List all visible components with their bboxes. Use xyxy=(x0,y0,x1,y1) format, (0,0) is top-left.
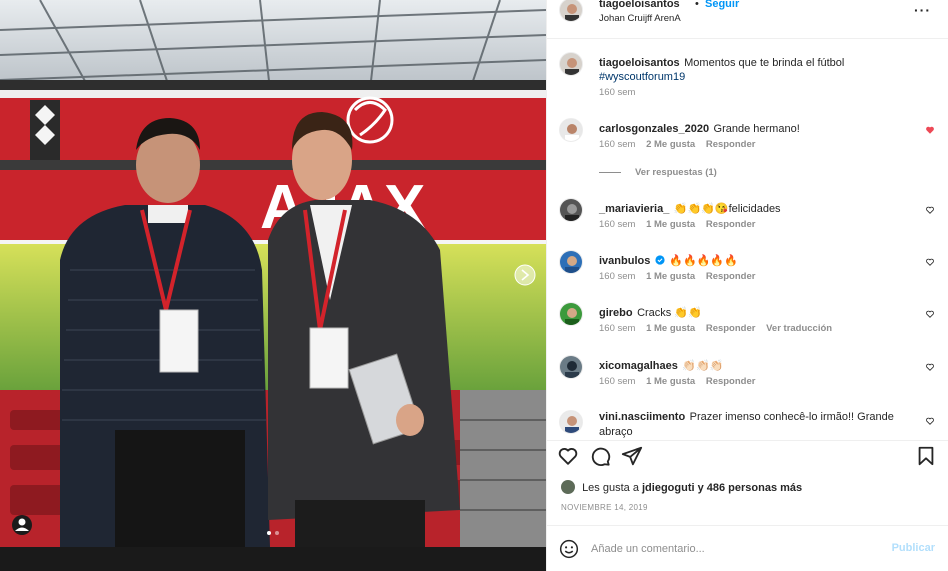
commenter-avatar[interactable] xyxy=(559,250,583,274)
view-replies-button[interactable]: Ver respuestas (1) xyxy=(635,167,717,178)
reply-button[interactable]: Responder xyxy=(706,219,756,230)
reply-button[interactable]: Responder xyxy=(706,323,756,334)
caption-avatar[interactable] xyxy=(559,52,583,76)
comment-text: 🔥🔥🔥🔥🔥 xyxy=(669,255,738,267)
reply-button[interactable]: Responder xyxy=(706,376,756,387)
tagged-users-button[interactable] xyxy=(12,515,32,535)
comment-time[interactable]: 160 sem xyxy=(599,271,635,282)
follow-button[interactable]: Seguir xyxy=(705,0,739,10)
comment-likes[interactable]: 1 Me gusta xyxy=(646,376,695,387)
post-actions-bar xyxy=(547,440,948,472)
comment-likes[interactable]: 2 Me gusta xyxy=(646,139,695,150)
commenter-avatar[interactable] xyxy=(559,302,583,326)
comment-username[interactable]: _mariavieria_ xyxy=(599,203,669,215)
likes-prefix: Les gusta a xyxy=(582,482,642,494)
comment-time[interactable]: 160 sem xyxy=(599,376,635,387)
comment-username[interactable]: girebo xyxy=(599,307,633,319)
comment-input[interactable] xyxy=(591,538,871,560)
carousel-next-button[interactable] xyxy=(515,265,535,285)
liker-avatar[interactable] xyxy=(561,480,575,494)
heart-outline-icon[interactable] xyxy=(925,309,935,319)
comment-username[interactable]: carlosgonzales_2020 xyxy=(599,123,709,135)
comment-username[interactable]: xicomagalhaes xyxy=(599,360,678,372)
location-link[interactable]: Johan Cruijff ArenA xyxy=(599,13,681,24)
post-side-panel: tiagoeloisantos • Seguir Johan Cruijff A… xyxy=(546,0,948,571)
comment-text: Grande hermano! xyxy=(713,123,800,135)
comment-likes[interactable]: 1 Me gusta xyxy=(646,323,695,334)
likes-summary: Les gusta a jdiegoguti y 486 personas má… xyxy=(561,480,802,494)
likes-others[interactable]: y 486 personas más xyxy=(695,482,803,494)
save-bookmark-icon[interactable] xyxy=(915,445,937,467)
comment-time[interactable]: 160 sem xyxy=(599,323,635,334)
heart-outline-icon[interactable] xyxy=(925,205,935,215)
comment-likes[interactable]: 1 Me gusta xyxy=(646,271,695,282)
caption-text: Momentos que te brinda el fútbol xyxy=(684,57,845,69)
more-options-icon[interactable]: ··· xyxy=(914,2,931,18)
reply-button[interactable]: Responder xyxy=(706,271,756,282)
liked-heart-icon[interactable] xyxy=(925,125,935,135)
add-comment-bar: Publicar xyxy=(547,525,948,571)
carousel-dot-active xyxy=(267,531,271,535)
verified-badge-icon xyxy=(655,255,665,265)
comment-item: vini.nasciimento Prazer imenso conhecê-l… xyxy=(547,408,948,440)
heart-outline-icon[interactable] xyxy=(925,257,935,267)
instagram-post-window: AJAX xyxy=(0,0,948,571)
commenter-avatar[interactable] xyxy=(559,410,583,434)
emoji-smile-icon[interactable] xyxy=(559,539,579,559)
comment-username[interactable]: vini.nasciimento xyxy=(599,411,685,423)
photo-bottom-edge xyxy=(0,547,546,571)
commenter-avatar[interactable] xyxy=(559,198,583,222)
liker-username[interactable]: jdiegoguti xyxy=(642,482,695,494)
post-photo[interactable]: AJAX xyxy=(0,0,546,547)
author-avatar[interactable] xyxy=(559,0,583,22)
comment-time[interactable]: 160 sem xyxy=(599,139,635,150)
header-divider xyxy=(547,38,948,39)
comment-time[interactable]: 160 sem xyxy=(599,219,635,230)
post-header: tiagoeloisantos • Seguir Johan Cruijff A… xyxy=(547,0,948,30)
heart-outline-icon[interactable] xyxy=(925,362,935,372)
see-translation-button[interactable]: Ver traducción xyxy=(766,323,832,334)
carousel-dot xyxy=(275,531,279,535)
view-replies-line xyxy=(599,172,621,173)
comment-likes[interactable]: 1 Me gusta xyxy=(646,219,695,230)
publish-button[interactable]: Publicar xyxy=(892,542,935,554)
comment-text: Cracks 👏👏 xyxy=(637,307,702,319)
commenter-avatar[interactable] xyxy=(559,118,583,142)
like-heart-icon[interactable] xyxy=(557,445,579,467)
share-paper-plane-icon[interactable] xyxy=(621,445,643,467)
comment-text: 👏👏👏😘felicidades xyxy=(673,203,781,215)
comment-bubble-icon[interactable] xyxy=(589,445,611,467)
header-separator: • xyxy=(695,0,699,10)
commenter-avatar[interactable] xyxy=(559,355,583,379)
caption-hashtag[interactable]: #wyscoutforum19 xyxy=(599,71,685,83)
stadium-photo-illustration: AJAX xyxy=(0,0,546,547)
comment-username[interactable]: ivanbulos xyxy=(599,255,650,267)
author-username[interactable]: tiagoeloisantos xyxy=(599,0,680,10)
post-date[interactable]: NOVIEMBRE 14, 2019 xyxy=(561,503,648,512)
heart-outline-icon[interactable] xyxy=(925,416,935,426)
reply-button[interactable]: Responder xyxy=(706,139,756,150)
caption-time[interactable]: 160 sem xyxy=(599,87,635,98)
comment-text: 👏🏻👏🏻👏🏻 xyxy=(682,360,724,372)
